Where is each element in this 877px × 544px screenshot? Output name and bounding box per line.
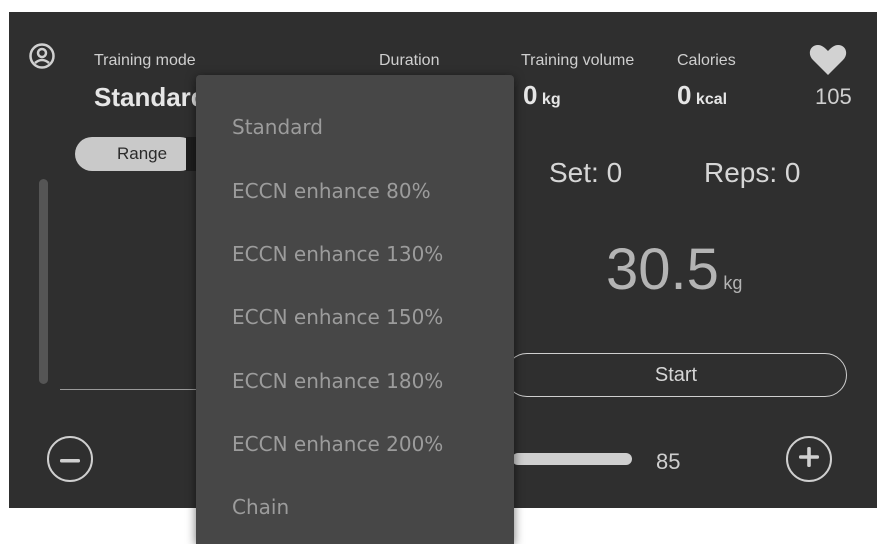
profile-icon[interactable] [28, 42, 56, 70]
calories-label: Calories [677, 52, 736, 69]
slider-value: 85 [656, 449, 681, 474]
dropdown-item-eccn-80[interactable]: ECCN enhance 80% [232, 179, 431, 203]
range-toggle[interactable]: Range [75, 137, 197, 171]
start-label: Start [654, 363, 698, 386]
dropdown-item-eccn-200[interactable]: ECCN enhance 200% [232, 432, 443, 456]
chart-baseline [60, 389, 200, 390]
weight-unit: kg [723, 273, 743, 293]
training-volume-value: 0 [523, 80, 538, 110]
weight-value: 30.5 [606, 237, 719, 302]
training-volume: 0 kg [523, 80, 561, 111]
calories: 0 kcal [677, 80, 727, 111]
weight-slider[interactable] [512, 453, 632, 465]
training-mode-value[interactable]: Standard [94, 82, 207, 113]
dropdown-item-eccn-180[interactable]: ECCN enhance 180% [232, 369, 443, 393]
decrease-button[interactable] [47, 436, 93, 482]
training-mode-dropdown: Standard ECCN enhance 80% ECCN enhance 1… [196, 75, 514, 544]
reps-count: Reps: 0 [704, 157, 801, 188]
weight-display: 30.5 kg [606, 236, 742, 303]
training-volume-unit: kg [541, 91, 561, 108]
dropdown-item-chain[interactable]: Chain [232, 495, 289, 519]
training-mode-label: Training mode [94, 52, 196, 69]
calories-unit: kcal [695, 91, 728, 108]
increase-button[interactable] [786, 436, 832, 482]
heart-rate-value: 105 [815, 84, 852, 109]
minus-icon [60, 450, 80, 468]
duration-label: Duration [379, 52, 440, 69]
calories-value: 0 [677, 80, 692, 110]
dropdown-item-standard[interactable]: Standard [232, 115, 323, 139]
range-vertical-track[interactable] [39, 179, 48, 384]
plus-icon [799, 446, 819, 472]
dropdown-item-eccn-130[interactable]: ECCN enhance 130% [232, 242, 443, 266]
training-volume-label: Training volume [521, 52, 635, 69]
set-count: Set: 0 [549, 157, 623, 188]
start-button[interactable]: Start [505, 353, 847, 397]
range-label: Range [117, 144, 168, 163]
heart-icon [808, 43, 848, 77]
dropdown-item-eccn-150[interactable]: ECCN enhance 150% [232, 305, 443, 329]
